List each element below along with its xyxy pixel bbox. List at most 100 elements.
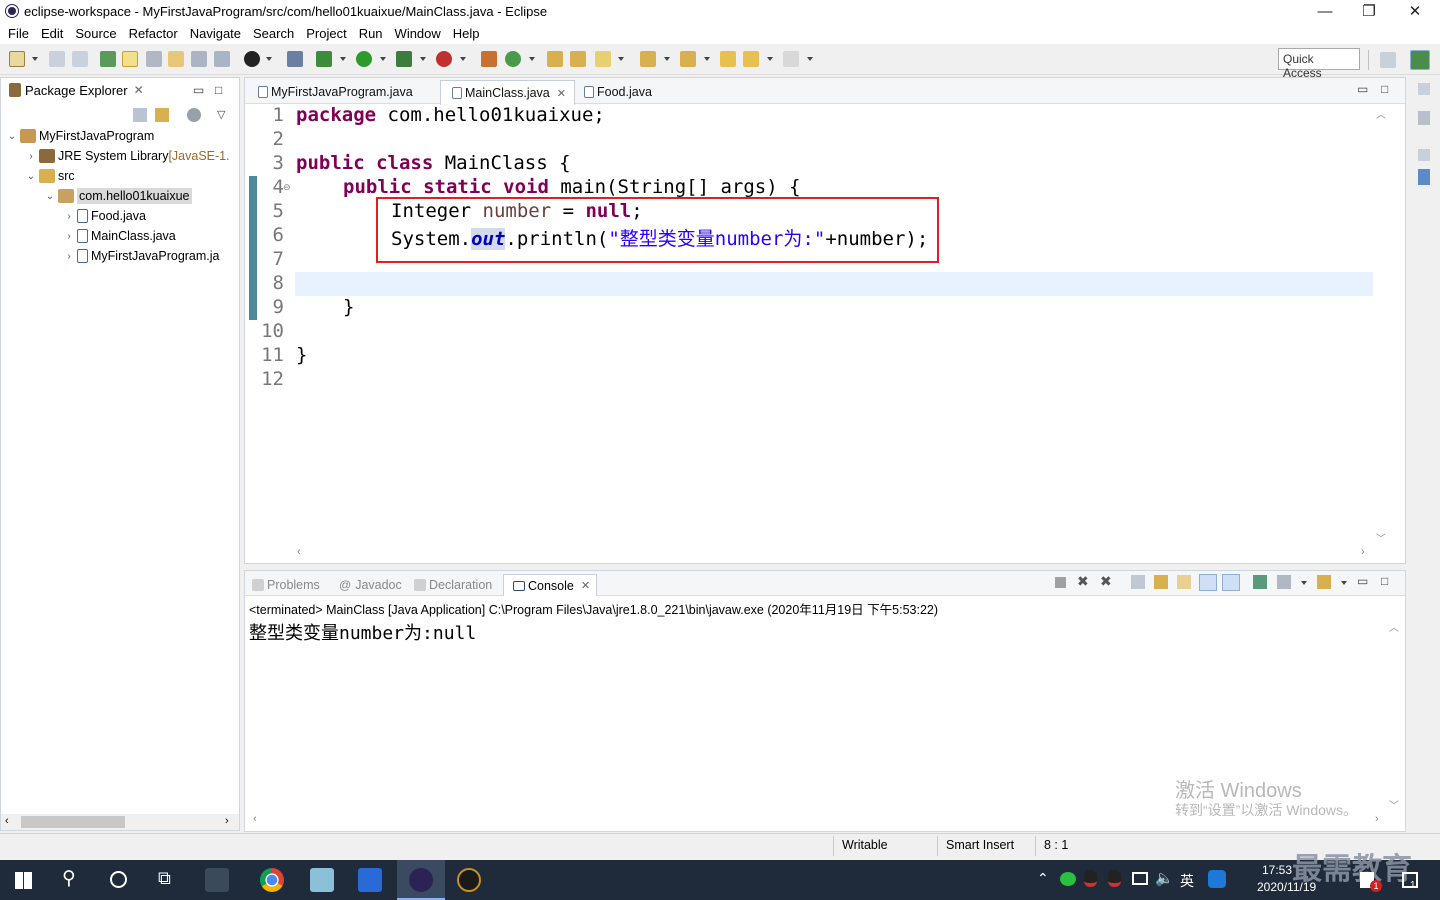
scroll-thumb[interactable] [21, 816, 125, 828]
next-annotation-dropdown-icon[interactable] [664, 57, 670, 61]
outline-icon[interactable] [1418, 111, 1430, 125]
collapsed-chevron-icon[interactable]: › [64, 211, 74, 222]
block-selection-icon[interactable] [168, 51, 184, 67]
restore-icon[interactable] [1418, 149, 1430, 161]
start-icon[interactable] [15, 872, 32, 889]
maximize-button[interactable]: ❐ [1346, 0, 1392, 22]
coverage-icon[interactable] [396, 51, 412, 67]
code-line-4[interactable]: public static void main(String[] args) { [343, 176, 801, 198]
volume-icon[interactable]: 🔈 [1155, 869, 1174, 887]
profile-icon[interactable] [244, 51, 260, 67]
tab-javadoc[interactable]: @ Javadoc [335, 574, 402, 596]
tree-item[interactable]: › Food.java [1, 206, 239, 226]
forward-icon[interactable] [783, 51, 799, 67]
show-on-stderr-icon[interactable] [1222, 574, 1240, 591]
scroll-lock-icon[interactable] [1154, 575, 1168, 589]
collapse-all-icon[interactable] [133, 108, 147, 122]
qq-icon[interactable] [1084, 870, 1097, 887]
new-java-project-icon[interactable] [481, 51, 497, 67]
show-on-stdout-icon[interactable] [1199, 574, 1217, 591]
tree-item[interactable]: › MyFirstJavaProgram.ja [1, 246, 239, 266]
pinwheel-app-icon[interactable] [205, 868, 229, 892]
menu-edit[interactable]: Edit [35, 26, 69, 41]
scroll-right-icon[interactable]: › [1361, 546, 1365, 558]
show-hidden-icons[interactable]: ⌃ [1037, 870, 1049, 887]
close-view-icon[interactable]: ✕ [134, 83, 144, 97]
clock-time[interactable]: 17:53 [1262, 863, 1292, 877]
tree-item[interactable]: ⌄ MyFirstJavaProgram [1, 126, 239, 146]
menu-file[interactable]: File [2, 26, 35, 41]
fold-icon[interactable]: ⊖ [283, 182, 291, 193]
quick-access-input[interactable]: Quick Access [1278, 48, 1360, 80]
menu-help[interactable]: Help [447, 26, 486, 41]
chrome-icon[interactable] [260, 868, 284, 892]
remove-all-icon[interactable]: ✖ [1100, 573, 1112, 590]
coverage-dropdown-icon[interactable] [420, 57, 426, 61]
tab-console[interactable]: Console ✕ [503, 574, 598, 596]
expanded-chevron-icon[interactable]: ⌄ [45, 191, 55, 202]
remove-launch-icon[interactable]: ✖ [1077, 573, 1089, 590]
word-wrap-icon[interactable] [1177, 575, 1191, 589]
show-whitespace-icon[interactable] [214, 51, 230, 67]
link-editor-icon[interactable] [155, 108, 169, 122]
code-line-11[interactable]: } [296, 344, 307, 366]
tree-item[interactable]: › JRE System Library [JavaSE-1. [1, 146, 239, 166]
maximize-view-icon[interactable]: □ [215, 83, 222, 97]
expanded-chevron-icon[interactable]: ⌄ [26, 171, 36, 182]
mark-occurrences-icon[interactable] [122, 51, 138, 67]
menu-source[interactable]: Source [69, 26, 122, 41]
menu-search[interactable]: Search [247, 26, 300, 41]
debug-dropdown-icon[interactable] [340, 57, 346, 61]
collapsed-chevron-icon[interactable]: › [64, 251, 74, 262]
menu-project[interactable]: Project [300, 26, 352, 41]
open-task-icon[interactable] [570, 51, 586, 67]
code-line-1[interactable]: package com.hello01kuaixue; [296, 104, 605, 126]
collapsed-chevron-icon[interactable]: › [64, 231, 74, 242]
minimize-console-icon[interactable]: ▭ [1357, 574, 1368, 588]
toggle-breadcrumb-icon[interactable] [146, 51, 162, 67]
scroll-left-icon[interactable]: ‹ [5, 815, 9, 827]
prev-annotation-dropdown-icon[interactable] [704, 57, 710, 61]
tree-item[interactable]: ⌄ src [1, 166, 239, 186]
search-icon[interactable] [595, 51, 611, 67]
wps-icon[interactable] [358, 868, 382, 892]
expanded-chevron-icon[interactable]: ⌄ [7, 131, 17, 142]
display-console-dropdown-icon[interactable] [1301, 581, 1307, 585]
package-explorer-title[interactable]: Package Explorer [25, 83, 128, 98]
next-annotation-icon[interactable] [640, 51, 656, 67]
last-edit-icon[interactable] [720, 51, 736, 67]
search-icon[interactable]: ⚲ [62, 867, 76, 890]
external-tools-icon[interactable] [436, 51, 452, 67]
ime-indicator[interactable]: 英 [1180, 871, 1194, 891]
tab-mainclass[interactable]: MainClass.java ✕ [440, 80, 575, 105]
scroll-right-icon[interactable]: › [225, 815, 229, 827]
tab-food[interactable]: Food.java [573, 80, 660, 104]
maximize-console-icon[interactable]: □ [1381, 574, 1388, 588]
close-tab-icon[interactable]: ✕ [557, 87, 566, 100]
horizontal-scrollbar[interactable]: ‹ › [1, 814, 239, 830]
scroll-up-icon[interactable]: ︿ [1389, 619, 1399, 634]
menu-run[interactable]: Run [353, 26, 389, 41]
console-output[interactable]: 整型类变量number为:null [249, 619, 476, 645]
wechat-icon[interactable] [1060, 872, 1076, 886]
menu-navigate[interactable]: Navigate [184, 26, 247, 41]
code-line-3[interactable]: public class MainClass { [296, 152, 571, 174]
network-icon[interactable] [1132, 872, 1148, 885]
code-line-9[interactable]: } [343, 296, 354, 318]
close-button[interactable]: ✕ [1392, 0, 1438, 22]
run-icon[interactable] [356, 51, 372, 67]
pin-console-icon[interactable] [1253, 575, 1267, 589]
display-console-icon[interactable] [1277, 575, 1291, 589]
task-list-icon[interactable] [1418, 169, 1430, 185]
maximize-editor-icon[interactable]: □ [1381, 82, 1388, 96]
prev-annotation-icon[interactable] [680, 51, 696, 67]
scroll-right-icon[interactable]: › [1375, 813, 1379, 825]
view-menu-icon[interactable]: ▽ [217, 108, 225, 121]
clear-console-icon[interactable] [1131, 575, 1145, 589]
scroll-down-icon[interactable]: ﹀ [1376, 530, 1386, 545]
tab-myfirstjavaprogram[interactable]: MyFirstJavaProgram.java [247, 80, 421, 104]
collapsed-chevron-icon[interactable]: › [26, 151, 36, 162]
cortana-icon[interactable] [110, 871, 127, 888]
open-console-dropdown-icon[interactable] [1341, 581, 1347, 585]
open-perspective-icon[interactable] [1380, 52, 1396, 68]
